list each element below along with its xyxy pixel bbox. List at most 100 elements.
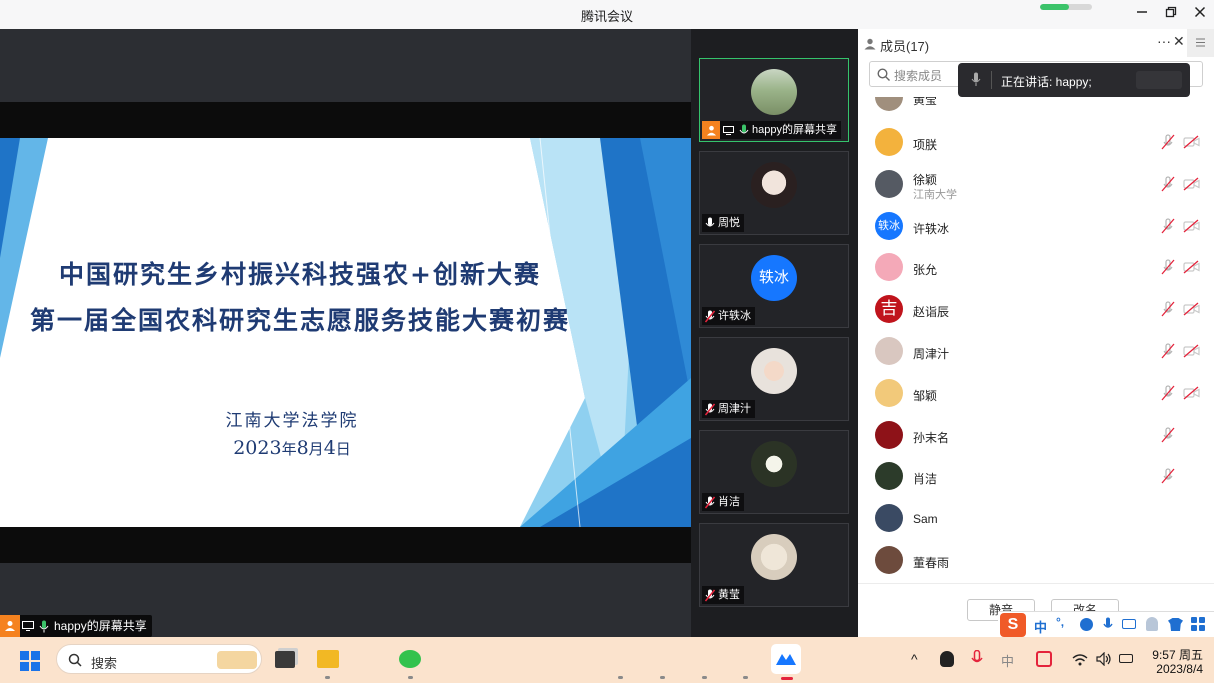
sogou-tray-icon[interactable] (1036, 651, 1052, 667)
video-tile[interactable]: 周津汁 (699, 337, 849, 421)
member-row[interactable]: 邹颖 (858, 374, 1214, 416)
avatar (875, 128, 903, 156)
camera-off-icon[interactable] (1183, 386, 1200, 400)
slide-title-line1: 中国研究生乡村振兴科技强农+创新大赛 (59, 260, 541, 289)
member-name: 邹颖 (913, 389, 938, 403)
title-bar: 腾讯会议 (0, 0, 1214, 30)
video-tile[interactable]: happy的屏幕共享 (699, 58, 849, 142)
voice-input-icon[interactable] (1103, 617, 1113, 637)
camera-off-icon[interactable] (1183, 344, 1200, 358)
mic-muted-icon[interactable] (1161, 343, 1175, 359)
mic-muted-icon[interactable] (1161, 385, 1175, 401)
microphone-tray-icon[interactable] (971, 649, 983, 672)
user-icon[interactable] (1146, 617, 1158, 631)
video-tile[interactable]: 周悦 (699, 151, 849, 235)
search-icon (877, 68, 890, 86)
grid-menu-icon[interactable] (1191, 617, 1205, 636)
wifi-icon[interactable] (1072, 653, 1088, 671)
member-row[interactable]: 周津汁 (858, 332, 1214, 374)
clock-date[interactable]: 2023/8/4 (1143, 662, 1203, 676)
search-placeholder: 搜索成员 (894, 69, 943, 83)
avatar (875, 379, 903, 407)
slide-title-line2: 第一届全国农科研究生志愿服务技能大赛初赛 (29, 306, 570, 335)
camera-off-icon[interactable] (1183, 219, 1200, 233)
clock-time[interactable]: 9:57 周五 (1145, 646, 1203, 663)
camera-off-icon[interactable] (1183, 260, 1200, 274)
ime-toolbar[interactable]: S 中 °, (998, 611, 1214, 638)
avatar (875, 337, 903, 365)
mic-muted-icon[interactable] (1161, 259, 1175, 275)
close-icon[interactable] (1188, 3, 1212, 25)
tencent-meeting-taskbar-icon[interactable] (771, 644, 801, 674)
member-row-partial[interactable]: 黄莹 (858, 97, 1214, 114)
file-explorer-icon[interactable] (317, 650, 339, 668)
mic-muted-icon[interactable] (1161, 134, 1175, 150)
member-row[interactable]: 徐颖 江南大学 (858, 165, 1214, 207)
member-row[interactable]: 董春雨 (858, 541, 1214, 583)
video-tile[interactable]: 黄莹 (699, 523, 849, 607)
screen-share-icon (20, 615, 36, 637)
mic-muted-icon[interactable] (1161, 468, 1175, 484)
battery-icon[interactable] (1119, 654, 1133, 663)
emoji-icon[interactable] (1080, 618, 1093, 631)
volume-icon[interactable] (1096, 651, 1112, 671)
ime-language-toggle[interactable]: 中 (1034, 617, 1047, 636)
app-title: 腾讯会议 (580, 9, 633, 24)
mic-muted-icon[interactable] (1161, 176, 1175, 192)
restore-icon[interactable] (1159, 3, 1183, 25)
mic-muted-icon (702, 400, 718, 418)
video-tile-label: happy的屏幕共享 (702, 121, 841, 139)
member-row[interactable]: 项朕 (858, 123, 1214, 165)
member-name: 肖洁 (913, 472, 938, 486)
avatar (875, 253, 903, 281)
mic-muted-icon[interactable] (1161, 427, 1175, 443)
taskbar-search-input[interactable]: 搜索 (56, 644, 262, 674)
video-tile-label: 黄莹 (702, 586, 744, 604)
qq-icon[interactable] (940, 651, 954, 667)
chevron-up-icon[interactable]: ^ (911, 651, 918, 667)
date-year: 2023 (233, 437, 282, 459)
camera-off-icon[interactable] (1183, 135, 1200, 149)
video-tile[interactable]: 轶冰 许轶冰 (699, 244, 849, 328)
more-options-icon[interactable]: ··· (1157, 33, 1171, 49)
taskbar-search-placeholder: 搜索 (91, 656, 118, 671)
close-panel-icon[interactable]: ✕ (1173, 33, 1185, 50)
minimize-icon[interactable] (1130, 3, 1154, 25)
member-row[interactable]: Sam (858, 499, 1214, 541)
member-panel-header: 成员(17) ··· ✕ (858, 29, 1214, 57)
sogou-logo-icon[interactable]: S (1000, 613, 1026, 637)
mic-on-icon (36, 615, 52, 637)
ime-punctuation-toggle[interactable]: °, (1056, 615, 1064, 629)
avatar (875, 504, 903, 532)
members-icon (864, 37, 876, 55)
member-row[interactable]: 张允 (858, 248, 1214, 290)
avatar (751, 69, 797, 115)
avatar (875, 546, 903, 574)
camera-off-icon[interactable] (1183, 177, 1200, 191)
host-person-icon (0, 615, 20, 637)
share-label-text: happy的屏幕共享 (54, 619, 147, 633)
video-tile-name: 周悦 (718, 217, 740, 229)
avatar (875, 97, 903, 111)
keyboard-icon[interactable] (1122, 619, 1136, 629)
video-tile-label: 肖洁 (702, 493, 744, 511)
member-row[interactable]: 吉赵诣辰 (858, 290, 1214, 332)
mic-muted-icon[interactable] (1161, 218, 1175, 234)
ime-tray-icon[interactable]: 中 (1001, 651, 1014, 670)
member-row[interactable]: 轶冰 许轶冰 (858, 207, 1214, 249)
wechat-icon[interactable] (399, 650, 421, 668)
mic-muted-icon[interactable] (1161, 301, 1175, 317)
member-row[interactable]: 孙末名 (858, 416, 1214, 458)
task-view-icon[interactable] (275, 651, 295, 668)
host-person-icon (702, 121, 720, 139)
member-row[interactable]: 肖洁 (858, 457, 1214, 499)
date-year-char: 年 (281, 440, 297, 458)
camera-off-icon[interactable] (1183, 302, 1200, 316)
windows-start-icon[interactable] (20, 651, 40, 676)
avatar: 轶冰 (751, 255, 797, 301)
screen-share-icon (720, 121, 736, 139)
member-name: 孙末名 (913, 431, 950, 445)
skin-icon[interactable] (1168, 618, 1183, 631)
sidebar-menu-icon[interactable] (1187, 29, 1214, 57)
video-tile[interactable]: 肖洁 (699, 430, 849, 514)
